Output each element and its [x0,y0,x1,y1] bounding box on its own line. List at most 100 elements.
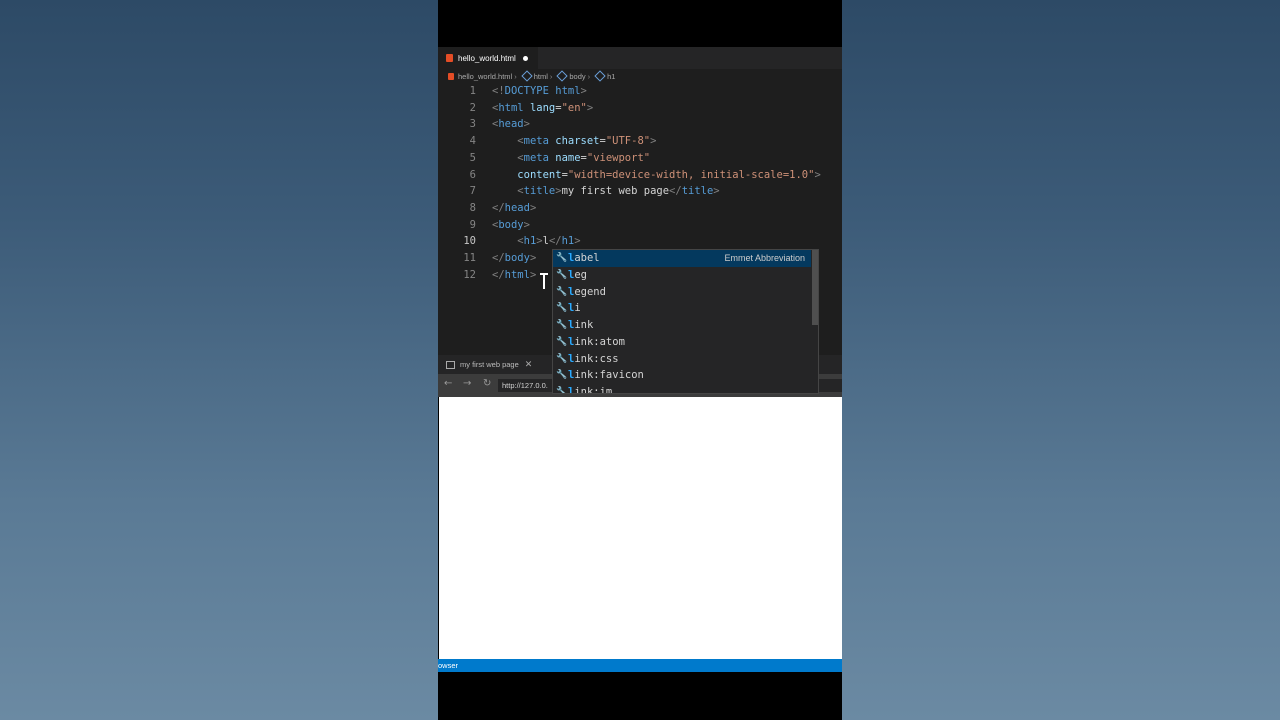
code-text[interactable]: <h1>l</h1> [492,233,581,250]
suggestion-detail: Emmet Abbreviation [724,253,805,264]
wrench-icon: 🔧 [556,270,568,281]
code-text[interactable]: <html lang="en"> [492,100,593,117]
suggestion-item[interactable]: 🔧 l abel Emmet Abbreviation [553,250,811,267]
code-text[interactable]: <meta name="viewport" [492,150,650,167]
code-token: </ [492,252,505,264]
code-token: "width=device-width, initial-scale=1.0" [567,168,815,181]
browser-page-icon [446,360,455,369]
code-text[interactable]: <head> [492,116,530,133]
wrench-icon: 🔧 [556,353,568,364]
close-icon[interactable]: ✕ [525,359,533,370]
code-line[interactable]: 6 content="width=device-width, initial-s… [438,167,842,184]
line-number: 6 [469,168,476,181]
code-line[interactable]: 4 <meta charset="UTF-8"> [438,133,842,150]
line-number: 10 [463,235,476,248]
code-token: </ [492,268,505,281]
browser-tab[interactable]: my first web page ✕ [438,355,532,374]
code-token: > [523,118,530,131]
suggestion-item[interactable]: 🔧 l ink:css [553,350,811,367]
suggestion-label: ink:css [574,352,619,365]
code-token: my first web page [561,185,670,198]
wrench-icon: 🔧 [556,286,568,297]
breadcrumb-h1[interactable]: h1 [592,70,616,82]
wrench-icon: 🔧 [556,336,568,347]
suggestion-item[interactable]: 🔧 l ink:atom [553,334,811,351]
unsaved-dot-icon[interactable] [522,55,528,61]
code-line[interactable]: 1 <!DOCTYPE html> [438,83,842,100]
line-number: 5 [469,151,476,164]
autocomplete-widget[interactable]: 🔧 l abel Emmet Abbreviation 🔧 l eg 🔧 l egend 🔧 l i 🔧 l… [552,249,819,394]
code-text[interactable]: <!DOCTYPE html> [492,83,587,100]
code-token: > [574,235,581,248]
forward-arrow-icon[interactable]: → [463,378,471,389]
line-number: 9 [469,218,476,231]
code-line[interactable]: 9 <body> [438,217,842,234]
tab-hello-world[interactable]: hello_world.html [438,47,538,69]
code-text[interactable]: </head> [492,200,536,217]
code-token: head [498,118,524,131]
line-number: 7 [469,185,476,198]
suggestion-label: ink:im [574,385,613,394]
suggest-scrollbar[interactable] [812,250,818,325]
breadcrumb-file[interactable]: hello_world.html [438,72,512,81]
breadcrumb-h1-label: h1 [607,71,616,81]
suggestion-label: ink:atom [574,335,625,348]
html-file-icon [446,54,453,62]
code-token: </ [669,185,682,198]
code-token: lang [529,101,556,114]
code-token: "viewport" [586,151,651,164]
code-text[interactable]: <body> [492,217,530,234]
line-number: 4 [469,135,476,148]
code-token: > [580,85,587,97]
breadcrumb-body[interactable]: body [554,70,586,82]
mouse-ibeam-cursor-icon [540,273,548,289]
code-line[interactable]: 2 <html lang="en"> [438,100,842,117]
suggestion-item[interactable]: 🔧 l ink [553,317,811,334]
code-text[interactable]: </html> [492,267,536,284]
code-token: "UTF-8" [605,135,651,148]
suggestion-item[interactable]: 🔧 l ink:im [553,384,811,394]
code-token: > [586,101,594,114]
video-frame: hello_world.html hello_world.html › html… [438,0,842,720]
code-line[interactable]: 8 </head> [438,200,842,217]
wrench-icon: 🔧 [556,303,568,314]
code-token: > [529,201,537,214]
code-token: html [555,85,581,97]
code-text[interactable]: <title>my first web page</title> [492,183,719,200]
breadcrumb-file-label: hello_world.html [458,71,513,81]
symbol-icon [521,70,533,82]
wrench-icon: 🔧 [556,386,568,394]
suggestion-label: ink [574,319,594,332]
code-token: </ [492,201,505,214]
code-line[interactable]: 7 <title>my first web page</title> [438,183,842,200]
code-token: </ [548,235,562,248]
breadcrumb-html[interactable]: html [519,70,548,82]
wrench-icon: 🔧 [556,320,568,331]
code-text[interactable]: <meta charset="UTF-8"> [492,133,656,150]
code-line[interactable]: 5 <meta name="viewport" [438,150,842,167]
back-arrow-icon[interactable]: ← [444,378,452,389]
breadcrumb: hello_world.html › html › body › h1 [438,69,842,83]
suggestion-item[interactable]: 🔧 l ink:favicon [553,367,811,384]
wrench-icon: 🔧 [556,253,568,264]
code-text[interactable]: </body> [492,250,536,267]
code-token: meta [523,151,549,164]
reload-icon[interactable]: ↻ [483,378,491,389]
suggestion-label: abel [574,252,600,265]
code-line[interactable]: 10 <h1>l</h1> [438,233,842,250]
suggestion-label: i [574,302,581,315]
tab-label: hello_world.html [458,53,516,63]
suggestion-item[interactable]: 🔧 l i [553,300,811,317]
line-number: 11 [463,252,476,264]
suggestion-item[interactable]: 🔧 l egend [553,283,811,300]
chevron-right-icon: › [587,71,591,81]
suggestion-item[interactable]: 🔧 l eg [553,267,811,284]
code-text[interactable]: content="width=device-width, initial-sca… [492,167,820,184]
code-line[interactable]: 3 <head> [438,116,842,133]
browser-viewport[interactable] [439,397,842,659]
editor-tab-bar: hello_world.html [438,47,842,69]
breadcrumb-body-label: body [569,71,586,81]
